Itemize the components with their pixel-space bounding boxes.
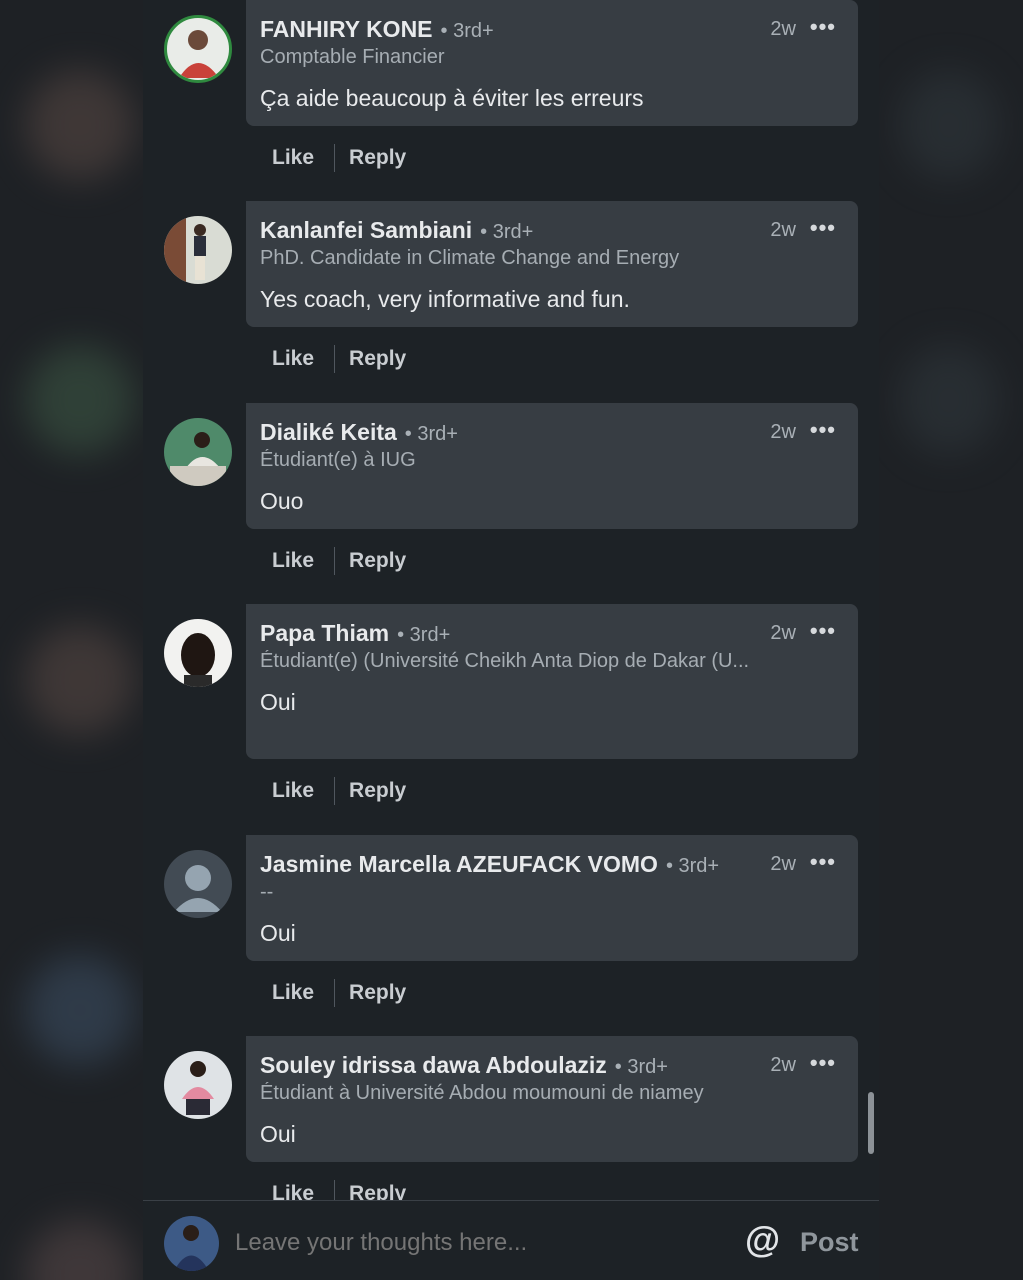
person-photo-icon — [182, 1061, 214, 1115]
comment-text: Oui — [260, 1121, 296, 1147]
more-options-icon[interactable]: ••• — [810, 1050, 836, 1076]
comment-input[interactable] — [233, 1228, 717, 1258]
divider — [334, 777, 336, 805]
background-right — [879, 0, 1023, 1280]
avatar[interactable] — [164, 15, 232, 83]
comment-bubble: Souley idrissa dawa Abdoulaziz • 3rd+ 2w… — [246, 1036, 858, 1162]
like-button[interactable]: Like — [272, 779, 314, 803]
reply-button[interactable]: Reply — [349, 549, 406, 573]
name-row: Papa Thiam • 3rd+ — [260, 620, 450, 647]
comment-actions: Like Reply — [272, 979, 406, 1007]
mention-icon[interactable]: @ — [745, 1219, 780, 1261]
comment-bubble: Papa Thiam • 3rd+ 2w ••• Étudiant(e) (Un… — [246, 604, 858, 759]
more-options-icon[interactable]: ••• — [810, 618, 836, 644]
author-name[interactable]: Souley idrissa dawa Abdoulaziz — [260, 1052, 607, 1079]
author-headline: Étudiant(e) à IUG — [260, 449, 416, 471]
name-row: Dialiké Keita • 3rd+ — [260, 419, 458, 446]
scrollbar[interactable] — [868, 1092, 874, 1154]
person-photo-icon — [170, 432, 226, 486]
comment-text: Yes coach, very informative and fun. — [260, 286, 630, 312]
author-name[interactable]: FANHIRY KONE — [260, 16, 433, 43]
comments-panel: FANHIRY KONE • 3rd+ 2w ••• Comptable Fin… — [143, 0, 879, 1280]
name-row: Kanlanfei Sambiani • 3rd+ — [260, 217, 533, 244]
author-headline: -- — [260, 881, 274, 903]
current-user-avatar — [164, 1216, 219, 1271]
connection-degree: • 3rd+ — [440, 20, 494, 42]
author-name[interactable]: Papa Thiam — [260, 620, 389, 647]
post-button[interactable]: Post — [800, 1227, 859, 1258]
comment-text: Oui — [260, 920, 296, 946]
comment-text: Oui — [260, 689, 296, 715]
comment-composer: @ Post — [143, 1200, 879, 1280]
divider — [334, 547, 336, 575]
connection-degree: • 3rd+ — [614, 1056, 668, 1078]
avatar[interactable] — [164, 619, 232, 687]
person-photo-icon — [181, 633, 215, 687]
comment-bubble: Kanlanfei Sambiani • 3rd+ 2w ••• PhD. Ca… — [246, 201, 858, 327]
author-headline: Étudiant(e) (Université Cheikh Anta Diop… — [260, 650, 750, 672]
connection-degree: • 3rd+ — [397, 624, 451, 646]
comment-bubble: Jasmine Marcella AZEUFACK VOMO • 3rd+ 2w… — [246, 835, 858, 961]
person-photo-icon — [164, 216, 206, 284]
author-name[interactable]: Kanlanfei Sambiani — [260, 217, 472, 244]
avatar[interactable] — [164, 216, 232, 284]
more-options-icon[interactable]: ••• — [810, 849, 836, 875]
author-name[interactable]: Jasmine Marcella AZEUFACK VOMO — [260, 851, 658, 878]
timestamp: 2w — [770, 853, 796, 875]
timestamp: 2w — [770, 18, 796, 40]
like-button[interactable]: Like — [272, 981, 314, 1005]
author-headline: Comptable Financier — [260, 46, 445, 68]
name-row: Souley idrissa dawa Abdoulaziz • 3rd+ — [260, 1052, 668, 1079]
divider — [334, 979, 336, 1007]
comment-text: Ouo — [260, 488, 304, 514]
comment-actions: Like Reply — [272, 345, 406, 373]
reply-button[interactable]: Reply — [349, 779, 406, 803]
more-options-icon[interactable]: ••• — [810, 417, 836, 443]
comment-actions: Like Reply — [272, 144, 406, 172]
avatar[interactable] — [164, 418, 232, 486]
connection-degree: • 3rd+ — [404, 423, 458, 445]
author-headline: PhD. Candidate in Climate Change and Ene… — [260, 247, 680, 269]
reply-button[interactable]: Reply — [349, 981, 406, 1005]
person-photo-icon — [174, 1225, 209, 1271]
comment-actions: Like Reply — [272, 547, 406, 575]
connection-degree: • 3rd+ — [665, 855, 720, 877]
name-row: Jasmine Marcella AZEUFACK VOMO • 3rd+ — [260, 851, 719, 878]
divider — [334, 144, 336, 172]
default-user-icon — [174, 865, 222, 912]
timestamp: 2w — [770, 622, 796, 644]
name-row: FANHIRY KONE • 3rd+ — [260, 16, 494, 43]
author-name[interactable]: Dialiké Keita — [260, 419, 397, 446]
timestamp: 2w — [770, 421, 796, 443]
avatar[interactable] — [164, 1051, 232, 1119]
more-options-icon[interactable]: ••• — [810, 215, 836, 241]
more-options-icon[interactable]: ••• — [810, 14, 836, 40]
timestamp: 2w — [770, 219, 796, 241]
timestamp: 2w — [770, 1054, 796, 1076]
comment-bubble: Dialiké Keita • 3rd+ 2w ••• Étudiant(e) … — [246, 403, 858, 529]
background-left — [0, 0, 143, 1280]
connection-degree: • 3rd+ — [480, 221, 534, 243]
comment-actions: Like Reply — [272, 777, 406, 805]
comment-bubble: FANHIRY KONE • 3rd+ 2w ••• Comptable Fin… — [246, 0, 858, 126]
reply-button[interactable]: Reply — [349, 347, 406, 371]
like-button[interactable]: Like — [272, 347, 314, 371]
reply-button[interactable]: Reply — [349, 146, 406, 170]
person-photo-icon — [179, 30, 219, 78]
author-headline: Étudiant à Université Abdou moumouni de … — [260, 1082, 704, 1104]
divider — [334, 345, 336, 373]
comment-text: Ça aide beaucoup à éviter les erreurs — [260, 85, 644, 111]
like-button[interactable]: Like — [272, 549, 314, 573]
like-button[interactable]: Like — [272, 146, 314, 170]
avatar[interactable] — [164, 850, 232, 918]
